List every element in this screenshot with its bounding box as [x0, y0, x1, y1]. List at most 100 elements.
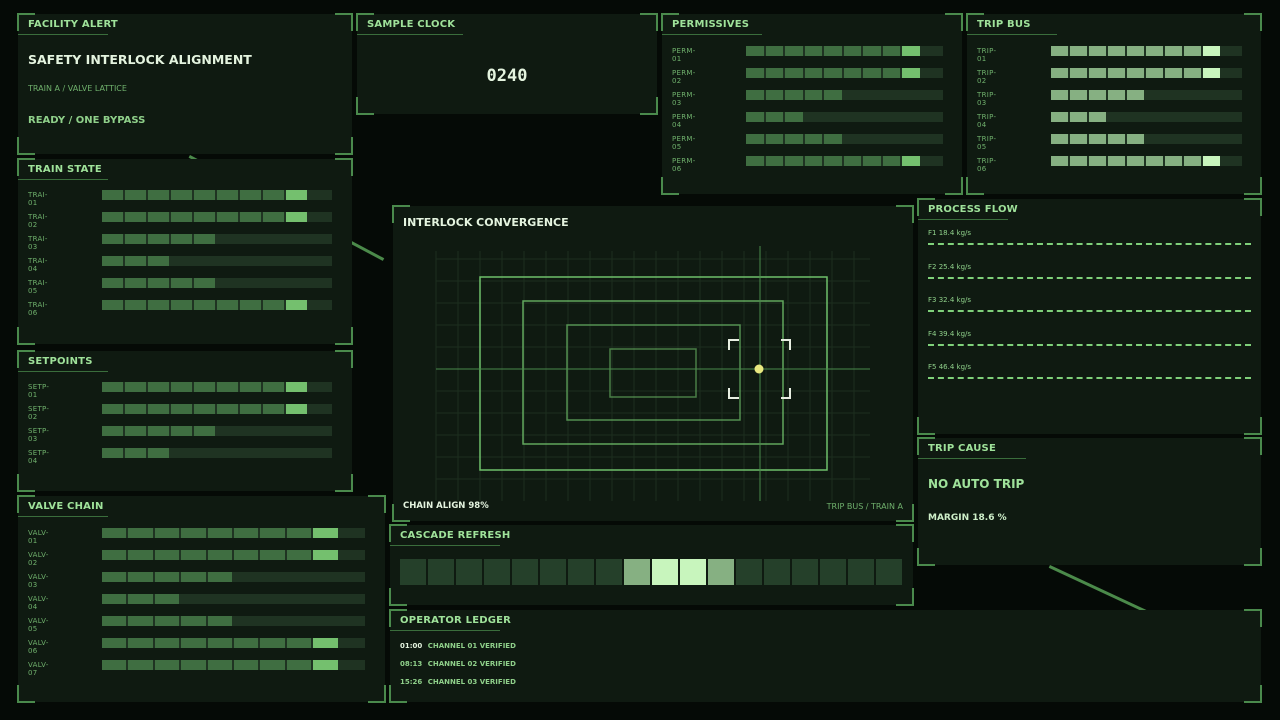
bar-segment: [785, 156, 803, 166]
cascade-cell: [708, 559, 734, 585]
row-label: VALV-01: [28, 529, 49, 545]
level-bar: [102, 550, 365, 560]
bar-segment: [1051, 46, 1068, 56]
cascade-cell: [680, 559, 706, 585]
bar-segment: [181, 660, 206, 670]
bar-segment: [102, 448, 123, 458]
bar-segment: [125, 278, 146, 288]
bar-segment: [128, 528, 153, 538]
bar-segment: [102, 300, 123, 310]
bar-segment: [313, 550, 338, 560]
bar-segment: [824, 134, 842, 144]
level-bar: [102, 278, 332, 288]
bar-segment: [207, 638, 232, 648]
bar-segment: [171, 212, 192, 222]
bar-segment: [148, 382, 169, 392]
bar-segment: [1165, 156, 1182, 166]
bar-segment: [148, 404, 169, 414]
bar-segment: [194, 234, 215, 244]
bar-segment: [128, 550, 153, 560]
alert-status: READY / ONE BYPASS: [28, 115, 146, 126]
bar-segment: [746, 134, 764, 144]
flow-row: F3 32.4 kg/s: [928, 296, 1251, 312]
bar-segment: [1203, 156, 1220, 166]
flow-row: F5 46.4 kg/s: [928, 363, 1251, 379]
bar-segment: [148, 190, 169, 200]
bar-segment: [125, 300, 146, 310]
bar-segment: [207, 616, 232, 626]
bar-segment: [1165, 46, 1182, 56]
level-bar: [746, 46, 943, 56]
bar-segment: [902, 68, 920, 78]
cascade-cell: [596, 559, 622, 585]
bar-segment: [128, 638, 153, 648]
flow-label: F4 39.4 kg/s: [928, 329, 972, 338]
bar-segment: [902, 156, 920, 166]
bar-segment: [217, 212, 238, 222]
bar-segment: [125, 256, 146, 266]
flow-row: F1 18.4 kg/s: [928, 229, 1251, 245]
process-flow-panel: PROCESS FLOW F1 18.4 kg/s F2 25.4 kg/s F3 …: [917, 198, 1262, 435]
bar-segment: [154, 550, 180, 560]
bar-segment: [194, 212, 215, 222]
bar-segment: [1146, 68, 1163, 78]
bar-segment: [1146, 46, 1163, 56]
cascade-cell: [400, 559, 426, 585]
bar-segment: [233, 528, 259, 538]
bar-segment: [843, 46, 861, 56]
panel-title: SETPOINTS: [28, 356, 93, 367]
cascade-cells: [400, 559, 902, 585]
cascade-cell: [736, 559, 762, 585]
panel-title: PROCESS FLOW: [928, 204, 1018, 215]
bar-segment: [882, 68, 900, 78]
row-label: TRAI-01: [28, 191, 48, 207]
connector-line: [1048, 565, 1155, 617]
bar-segment: [313, 528, 338, 538]
bar-segment: [824, 46, 842, 56]
row-label: VALV-07: [28, 661, 49, 677]
bar-segment: [1108, 68, 1125, 78]
bar-segment: [260, 660, 285, 670]
level-bar: [746, 156, 943, 166]
bar-segment: [125, 426, 146, 436]
margin-readout: MARGIN 18.6 %: [928, 513, 1007, 523]
cascade-cell: [848, 559, 874, 585]
ledger-time: 01:00: [400, 642, 423, 650]
bar-segment: [1127, 46, 1144, 56]
bar-segment: [102, 550, 127, 560]
bar-segment: [128, 616, 153, 626]
setpoints-panel: SETPOINTS SETP-01 SETP-02 SETP-03 SETP-04: [17, 350, 353, 492]
bar-segment: [125, 404, 146, 414]
bar-segment: [1070, 112, 1087, 122]
bar-segment: [263, 404, 284, 414]
bar-segment: [207, 572, 232, 582]
bar-segment: [148, 300, 169, 310]
route-label: TRIP BUS / TRAIN A: [826, 502, 903, 511]
bar-segment: [286, 382, 307, 392]
bar-segment: [1127, 90, 1144, 100]
bar-segment: [233, 660, 259, 670]
bar-segment: [102, 234, 123, 244]
bar-segment: [102, 404, 123, 414]
panel-title: FACILITY ALERT: [28, 19, 118, 30]
bar-segment: [171, 426, 192, 436]
level-bar: [102, 382, 332, 392]
bar-segment: [125, 212, 146, 222]
bar-segment: [148, 234, 169, 244]
level-bar: [102, 426, 332, 436]
bar-segment: [746, 112, 764, 122]
flow-line: [928, 243, 1251, 245]
bar-segment: [882, 46, 900, 56]
bar-segment: [263, 300, 284, 310]
row-label: PERM-05: [672, 135, 696, 151]
level-bar: [746, 134, 943, 144]
bar-segment: [194, 278, 215, 288]
bar-segment: [1089, 90, 1106, 100]
row-label: TRAI-03: [28, 235, 48, 251]
row-label: VALV-04: [28, 595, 49, 611]
bar-segment: [128, 572, 153, 582]
level-bar: [1051, 134, 1242, 144]
ledger-text: CHANNEL 02 VERIFIED: [425, 660, 516, 668]
bar-segment: [1089, 112, 1106, 122]
level-bar: [102, 594, 365, 604]
